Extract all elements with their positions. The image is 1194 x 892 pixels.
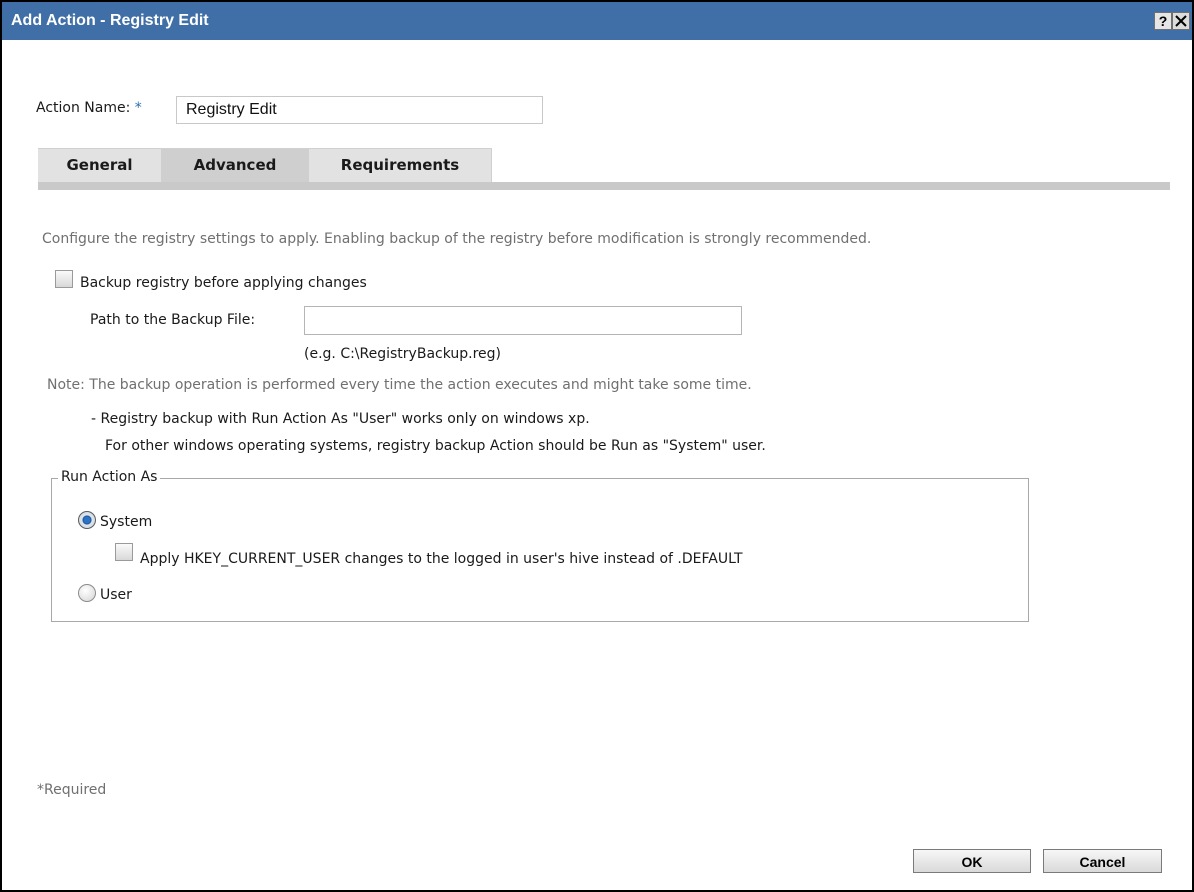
advanced-description: Configure the registry settings to apply… [42,231,872,247]
tab-underline [38,182,1170,190]
action-name-label: Action Name: * [36,100,142,116]
tab-requirements[interactable]: Requirements [309,148,492,182]
run-as-system-label: System [100,514,153,530]
ok-button[interactable]: OK [913,849,1031,873]
help-button[interactable]: ? [1154,12,1172,30]
run-as-user-label: User [100,587,132,603]
action-name-label-text: Action Name: [36,100,131,116]
run-action-as-group [51,478,1029,622]
tab-advanced[interactable]: Advanced [161,148,310,182]
backup-path-example: (e.g. C:\RegistryBackup.reg) [304,346,502,362]
title-bar: Add Action - Registry Edit ? [2,2,1192,40]
cancel-button[interactable]: Cancel [1043,849,1162,873]
run-action-as-legend: Run Action As [58,469,161,485]
close-icon [1175,15,1187,27]
apply-hkey-label: Apply HKEY_CURRENT_USER changes to the l… [140,551,743,567]
backup-note: Note: The backup operation is performed … [47,377,752,393]
tab-general[interactable]: General [38,148,162,182]
backup-note-xp: - Registry backup with Run Action As "Us… [91,411,590,427]
required-footnote: *Required [37,782,107,798]
dialog-title: Add Action - Registry Edit [11,12,209,29]
run-as-user-radio[interactable] [78,584,96,602]
required-marker: * [134,100,142,116]
action-name-input[interactable]: Registry Edit [176,96,543,124]
backup-path-label: Path to the Backup File: [90,312,256,328]
backup-registry-label: Backup registry before applying changes [80,275,367,291]
backup-path-input[interactable] [304,306,742,335]
run-as-system-radio[interactable] [78,511,96,529]
add-action-dialog: Add Action - Registry Edit ? Action Name… [0,0,1194,892]
apply-hkey-checkbox[interactable] [115,543,133,561]
close-button[interactable] [1172,12,1190,30]
backup-registry-checkbox[interactable] [55,270,73,288]
backup-note-other-os: For other windows operating systems, reg… [105,438,766,454]
